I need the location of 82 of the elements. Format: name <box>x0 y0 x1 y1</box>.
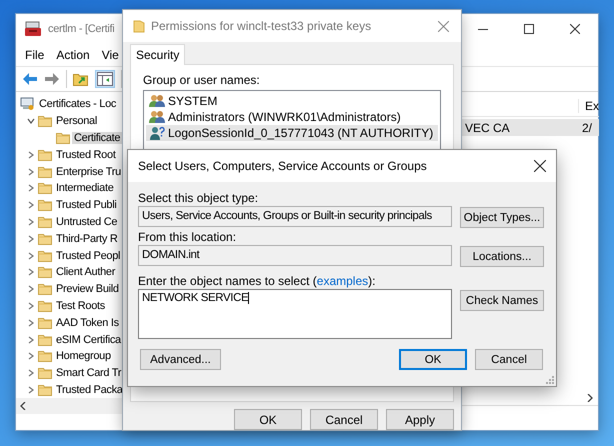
menu-item[interactable]: Action <box>56 48 90 62</box>
menu-item[interactable]: Vie <box>102 48 119 62</box>
field-label: Enter the object names to select (examples): <box>138 274 376 289</box>
folder-icon <box>38 384 52 396</box>
computer-certificate-icon <box>20 97 35 112</box>
folder-icon <box>56 132 70 144</box>
folder-icon <box>38 300 52 312</box>
tree-item[interactable]: AAD Token Is <box>54 316 121 329</box>
tree-item[interactable]: Trusted Publi <box>54 199 118 212</box>
forward-arrow-icon[interactable] <box>44 72 60 86</box>
dialog-button[interactable]: Cancel <box>475 349 543 370</box>
check-names-button[interactable]: Check Names <box>460 290 544 311</box>
folder-icon <box>38 182 52 194</box>
dialog-button[interactable]: Apply <box>386 409 454 430</box>
users-icon <box>149 94 165 108</box>
folder-icon <box>38 216 52 228</box>
close-icon[interactable] <box>534 160 546 172</box>
scroll-right-icon[interactable] <box>587 394 594 402</box>
field-label: Group or user names: <box>143 73 261 87</box>
folder-icon <box>38 148 52 161</box>
dialog-button[interactable]: Object Types... <box>460 207 544 228</box>
folder-icon <box>38 367 52 380</box>
tree-item[interactable]: Third-Party R <box>54 232 120 245</box>
tab[interactable]: Security <box>130 44 186 65</box>
tree-item[interactable]: Enterprise Tru <box>54 166 123 178</box>
location-field[interactable]: DOMAIN.int <box>138 245 452 266</box>
resize-grip-icon[interactable] <box>546 376 554 384</box>
tree-item[interactable]: Preview Build <box>54 283 121 296</box>
folder-icon <box>38 115 52 128</box>
console-tree-icon <box>97 72 113 86</box>
tree-item[interactable]: Test Roots <box>54 300 107 312</box>
back-arrow-icon[interactable] <box>22 72 38 86</box>
dialog-button[interactable]: OK <box>399 349 467 370</box>
tree-item[interactable]: Certificate <box>72 132 122 144</box>
tree-item[interactable]: Intermediate <box>54 182 116 194</box>
folder-icon <box>38 250 52 262</box>
window-title: Permissions for winclt-test33 private keys <box>150 19 372 33</box>
console-tree-button[interactable] <box>95 70 115 88</box>
table-cell-text: 2/ <box>581 120 594 134</box>
window-title: certlm - [Certifi <box>47 23 114 35</box>
folder-icon <box>38 316 52 329</box>
folder-icon <box>38 350 52 362</box>
user-list-item[interactable]: SYSTEM <box>146 93 438 109</box>
users-icon <box>149 110 165 124</box>
folder-icon <box>133 19 145 33</box>
menu-item[interactable]: File <box>25 48 44 62</box>
tree-item[interactable]: Trusted Root <box>54 148 118 161</box>
tree-item[interactable]: Smart Card Tr <box>54 367 123 380</box>
dialog-button[interactable]: Cancel <box>310 409 378 430</box>
maximize-icon[interactable] <box>524 24 534 34</box>
table-cell-text: VEC CA <box>464 120 511 134</box>
dialog-button[interactable]: Locations... <box>460 246 544 267</box>
folder-icon <box>38 166 52 178</box>
folder-icon <box>38 199 52 212</box>
folder-up-icon[interactable] <box>73 72 89 86</box>
object-type-field[interactable]: Users, Service Accounts, Groups or Built-in security principals <box>138 206 452 227</box>
field-label: From this location: <box>138 230 238 245</box>
column-header[interactable]: Ex <box>578 99 600 113</box>
scroll-left-icon[interactable] <box>20 402 26 410</box>
folder-icon <box>38 266 52 278</box>
tree-item[interactable]: Trusted Peopl <box>54 250 122 262</box>
user-list-item[interactable]: LogonSessionId_0_157771043 (NT AUTHORITY) <box>146 125 438 141</box>
tree-item[interactable]: Trusted Packa <box>54 384 123 396</box>
object-names-field[interactable]: NETWORK SERVICE <box>138 289 452 339</box>
examples-link[interactable]: examples <box>316 274 368 288</box>
dialog-button[interactable]: Advanced... <box>140 349 221 370</box>
tree-item[interactable]: Client Auther <box>54 266 118 278</box>
field-label: Select this object type: <box>138 191 260 206</box>
folder-icon <box>38 232 52 245</box>
tree-item[interactable]: eSIM Certifica <box>54 334 123 346</box>
unknown-user-icon <box>149 126 165 140</box>
tree-item[interactable]: Personal <box>54 115 100 128</box>
tree-item[interactable]: Certificates - Loc <box>37 98 118 110</box>
tree-item[interactable]: Untrusted Ce <box>54 216 120 228</box>
user-list-item[interactable]: Administrators (WINWRK01\Administrators) <box>146 109 438 125</box>
app-icon <box>24 21 42 37</box>
dialog-title: Select Users, Computers, Service Accounts or Groups <box>138 159 428 173</box>
dialog-button[interactable]: OK <box>234 409 302 430</box>
tree-item[interactable]: Homegroup <box>54 350 113 362</box>
folder-icon <box>38 283 52 296</box>
folder-icon <box>38 334 52 346</box>
close-icon[interactable] <box>570 24 580 34</box>
